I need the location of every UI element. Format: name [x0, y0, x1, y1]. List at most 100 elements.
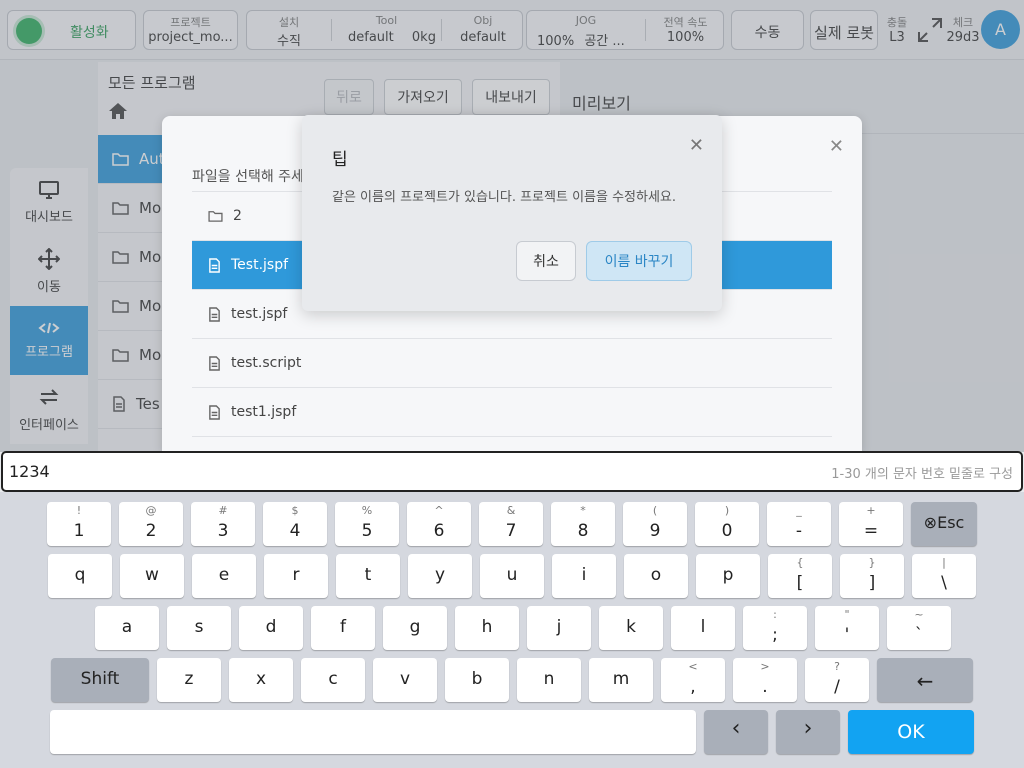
- key-label: \: [941, 573, 947, 593]
- key[interactable]: d: [239, 606, 303, 650]
- key[interactable]: v: [373, 658, 437, 702]
- key-label: v: [399, 669, 411, 689]
- key-shift-label: #: [218, 504, 228, 517]
- key[interactable]: ^ 6: [407, 502, 471, 546]
- space-key[interactable]: [50, 710, 696, 754]
- key[interactable]: x: [229, 658, 293, 702]
- key[interactable]: g: [383, 606, 447, 650]
- key[interactable]: z: [157, 658, 221, 702]
- cancel-button[interactable]: 취소: [516, 241, 576, 281]
- list-item[interactable]: test.script: [192, 339, 832, 388]
- key[interactable]: _ -: [767, 502, 831, 546]
- virtual-keyboard: ! 1 @2 #3 $4% 5 ^ 6 & 7 * 8(9) 0 _ - + = ⊗Esc qwertyuiop…: [0, 492, 1024, 768]
- key[interactable]: y: [408, 554, 472, 598]
- keyboard-input-box: 1-30 개의 문자 번호 밑줄로 구성: [1, 451, 1023, 492]
- key-shift-label: $: [291, 504, 299, 517]
- key[interactable]: e: [192, 554, 256, 598]
- key[interactable]: | \: [912, 554, 976, 598]
- key-label: [: [796, 573, 804, 593]
- key[interactable]: k: [599, 606, 663, 650]
- key[interactable]: #3: [191, 502, 255, 546]
- key[interactable]: :;: [743, 606, 807, 650]
- key-shift-label: :: [773, 608, 777, 621]
- key-shift-label: @: [145, 504, 157, 517]
- key-label: n: [543, 669, 555, 689]
- key[interactable]: j: [527, 606, 591, 650]
- chooser-hint: 파일을 선택해 주세요: [192, 169, 317, 185]
- key[interactable]: u: [480, 554, 544, 598]
- key-label: `: [914, 625, 924, 645]
- key-label: z: [184, 669, 194, 689]
- key[interactable]: (9: [623, 502, 687, 546]
- key[interactable]: i: [552, 554, 616, 598]
- key[interactable]: n: [517, 658, 581, 702]
- key[interactable]: % 5: [335, 502, 399, 546]
- key-label: ,: [690, 677, 696, 697]
- key[interactable]: t: [336, 554, 400, 598]
- list-item[interactable]: test1.jspf: [192, 388, 832, 437]
- key[interactable]: w: [120, 554, 184, 598]
- key-shift-label: *: [580, 504, 586, 517]
- key[interactable]: o: [624, 554, 688, 598]
- key[interactable]: & 7: [479, 502, 543, 546]
- list-item-label: Test.jspf: [231, 257, 289, 273]
- key[interactable]: " ': [815, 606, 879, 650]
- folder-icon: [208, 211, 223, 222]
- key[interactable]: >.: [733, 658, 797, 702]
- key-label: 6: [433, 521, 445, 541]
- list-item-label: test.jspf: [231, 306, 288, 322]
- rename-button[interactable]: 이름 바꾸기: [586, 241, 692, 281]
- key-shift-label: !: [76, 504, 82, 517]
- key[interactable]: f: [311, 606, 375, 650]
- key[interactable]: ) 0: [695, 502, 759, 546]
- key[interactable]: $4: [263, 502, 327, 546]
- key-shift-label: ^: [434, 504, 444, 517]
- key[interactable]: p: [696, 554, 760, 598]
- cursor-right-key[interactable]: ›: [776, 710, 840, 754]
- esc-key[interactable]: ⊗Esc: [911, 502, 977, 546]
- key-shift-label: &: [506, 504, 516, 517]
- key[interactable]: <,: [661, 658, 725, 702]
- close-icon[interactable]: ✕: [689, 135, 704, 156]
- key-label: 1: [73, 521, 85, 541]
- key[interactable]: ~ `: [887, 606, 951, 650]
- shift-key[interactable]: Shift: [51, 658, 149, 702]
- name-input[interactable]: [9, 459, 309, 484]
- key-label: e: [218, 565, 230, 585]
- key-label: w: [145, 565, 159, 585]
- key[interactable]: r: [264, 554, 328, 598]
- key-label: p: [722, 565, 734, 585]
- key[interactable]: a: [95, 606, 159, 650]
- key-shift-label: {: [796, 556, 804, 569]
- key[interactable]: }]: [840, 554, 904, 598]
- key-label: 0: [721, 521, 733, 541]
- key[interactable]: b: [445, 658, 509, 702]
- file-icon: [209, 306, 220, 322]
- cursor-left-key[interactable]: ‹: [704, 710, 768, 754]
- ok-key[interactable]: OK: [848, 710, 974, 754]
- key-label: s: [194, 617, 204, 637]
- key[interactable]: l: [671, 606, 735, 650]
- key-label: 8: [577, 521, 589, 541]
- key-label: g: [409, 617, 421, 637]
- key[interactable]: q: [48, 554, 112, 598]
- key[interactable]: s: [167, 606, 231, 650]
- key-label: -: [795, 521, 803, 541]
- key-label: r: [292, 565, 300, 585]
- key-label: 3: [217, 521, 229, 541]
- key[interactable]: m: [589, 658, 653, 702]
- key[interactable]: ? /: [805, 658, 869, 702]
- key[interactable]: * 8: [551, 502, 615, 546]
- backspace-key[interactable]: ←: [877, 658, 973, 702]
- key[interactable]: c: [301, 658, 365, 702]
- key-label: u: [506, 565, 518, 585]
- key[interactable]: + =: [839, 502, 903, 546]
- key[interactable]: h: [455, 606, 519, 650]
- key-label: a: [121, 617, 133, 637]
- key[interactable]: ! 1: [47, 502, 111, 546]
- key[interactable]: @2: [119, 502, 183, 546]
- file-icon: [209, 355, 220, 371]
- close-icon[interactable]: ✕: [829, 136, 844, 157]
- key-label: .: [762, 677, 768, 697]
- key[interactable]: {[: [768, 554, 832, 598]
